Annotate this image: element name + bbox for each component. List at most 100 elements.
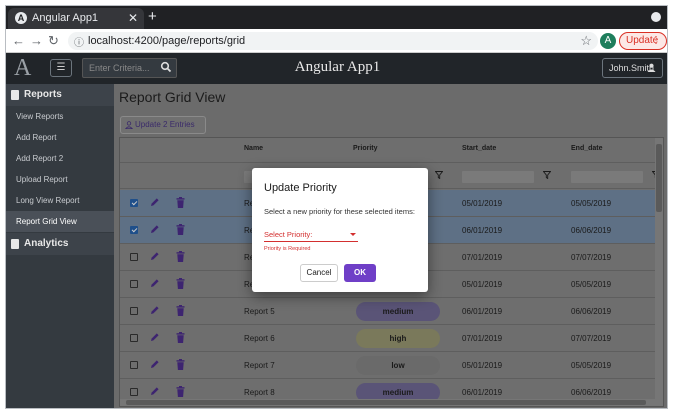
browser-tab[interactable]: A Angular App1 ✕ [8,8,144,29]
sidebar-item-view-reports[interactable]: View Reports [6,106,114,127]
filter-input-start-date[interactable] [462,171,534,183]
filter-icon[interactable] [543,171,551,179]
cell-end-date: 05/05/2019 [571,280,612,289]
vertical-scrollbar[interactable] [655,138,663,406]
page-title: Report Grid View [119,89,226,105]
tab-title: Angular App1 [32,12,99,24]
priority-select[interactable]: Select Priority: [264,230,358,242]
cell-end-date: 07/07/2019 [571,334,612,343]
update-priority-dialog: Update Priority Select a new priority fo… [252,168,428,292]
user-icon [125,121,133,129]
filter-input-end-date[interactable] [571,171,643,183]
browser-update-button[interactable]: Update ⋮ [619,32,667,50]
column-header-name[interactable]: Name [244,145,263,152]
column-header-priority[interactable]: Priority [353,145,378,152]
cell-name: Report 6 [244,334,275,343]
cell-start-date: 05/01/2019 [462,361,503,370]
priority-badge: medium [356,302,440,321]
table-row[interactable]: Report 6 high 07/01/2019 07/07/2019 [120,325,663,352]
priority-badge: low [356,356,440,375]
sidebar-item-add-report-2[interactable]: Add Report 2 [6,148,114,169]
cell-name: Report 8 [244,388,275,397]
sidebar-item-add-report[interactable]: Add Report [6,127,114,148]
row-checkbox[interactable] [130,361,138,369]
url-text: localhost:4200/page/reports/grid [88,35,246,47]
trash-icon[interactable] [176,359,185,370]
reload-icon[interactable]: ↻ [48,33,59,49]
cell-start-date: 05/01/2019 [462,280,503,289]
pencil-icon[interactable] [150,359,160,369]
pencil-icon[interactable] [150,278,160,288]
user-menu-button[interactable]: John.Smith [602,58,663,78]
trash-icon[interactable] [176,305,185,316]
horizontal-scroll-thumb[interactable] [126,400,646,405]
pencil-icon[interactable] [150,197,160,207]
more-icon: ⋮ [651,35,661,46]
ok-button[interactable]: OK [344,264,376,282]
dropdown-caret-icon [350,233,356,236]
info-icon[interactable]: ⓘ [74,34,84,49]
trash-icon[interactable] [176,197,185,208]
trash-icon[interactable] [176,224,185,235]
cell-start-date: 07/01/2019 [462,334,503,343]
cancel-button[interactable]: Cancel [300,264,338,282]
sidebar-section-reports[interactable]: Reports [6,84,114,106]
update-entries-button[interactable]: Update 2 Entries [120,116,206,134]
close-tab-icon[interactable]: ✕ [128,11,138,25]
table-row[interactable]: Report 7 low 05/01/2019 05/05/2019 [120,352,663,379]
row-checkbox[interactable] [130,388,138,396]
trash-icon[interactable] [176,332,185,343]
address-bar: ← → ↻ ⓘ localhost:4200/page/reports/grid… [6,29,667,53]
forward-icon[interactable]: → [30,33,43,48]
row-checkbox[interactable] [130,307,138,315]
filter-icon[interactable] [435,171,443,179]
sidebar-item-report-grid-view[interactable]: Report Grid View [6,211,114,232]
profile-avatar[interactable]: A [600,33,616,49]
row-checkbox[interactable] [130,253,138,261]
trash-icon[interactable] [176,278,185,289]
angular-favicon-icon: A [15,12,27,24]
priority-error: Priority is Required [264,246,311,252]
cell-start-date: 05/01/2019 [462,199,503,208]
cell-start-date: 06/01/2019 [462,388,503,397]
row-checkbox[interactable] [130,226,138,234]
app-title: Angular App1 [294,59,381,75]
column-header-start-date[interactable]: Start_date [462,145,496,152]
horizontal-scrollbar[interactable] [120,399,657,406]
new-tab-icon[interactable]: + [148,8,157,25]
browser-window: A Angular App1 ✕ + ← → ↻ ⓘ localhost:420… [5,5,668,409]
row-checkbox[interactable] [130,334,138,342]
row-checkbox[interactable] [130,280,138,288]
browser-menu-icon[interactable] [651,12,661,22]
sidebar-item-long-view-report[interactable]: Long View Report [6,190,114,211]
table-row[interactable]: Report 5 medium 06/01/2019 06/06/2019 [120,298,663,325]
tab-strip: A Angular App1 ✕ + [6,6,667,29]
bookmark-star-icon[interactable]: ☆ [580,33,592,49]
pencil-icon[interactable] [150,305,160,315]
cell-end-date: 07/07/2019 [571,253,612,262]
row-checkbox[interactable] [130,199,138,207]
pencil-icon[interactable] [150,251,160,261]
pencil-icon[interactable] [150,224,160,234]
sidebar-item-upload-report[interactable]: Upload Report [6,169,114,190]
pencil-icon[interactable] [150,332,160,342]
cell-start-date: 06/01/2019 [462,226,503,235]
vertical-scroll-thumb[interactable] [656,144,662,212]
back-icon[interactable]: ← [12,33,25,48]
priority-select-label: Select Priority: [264,230,313,239]
cell-end-date: 06/06/2019 [571,307,612,316]
column-header-end-date[interactable]: End_date [571,145,603,152]
user-icon [647,63,656,72]
sidebar-section-analytics[interactable]: Analytics [6,233,114,255]
dialog-title: Update Priority [264,182,337,194]
trash-icon[interactable] [176,386,185,397]
update-entries-label: Update 2 Entries [135,120,195,129]
cell-end-date: 05/05/2019 [571,199,612,208]
sidebar: Reports View Reports Add Report Add Repo… [6,84,114,408]
sidebar-section-label: Analytics [24,238,69,249]
pencil-icon[interactable] [150,386,160,396]
trash-icon[interactable] [176,251,185,262]
url-field[interactable]: ⓘ localhost:4200/page/reports/grid ☆ [68,32,598,50]
app-header: A ☰ Angular App1 John.Smith [6,53,667,84]
priority-badge: high [356,329,440,348]
